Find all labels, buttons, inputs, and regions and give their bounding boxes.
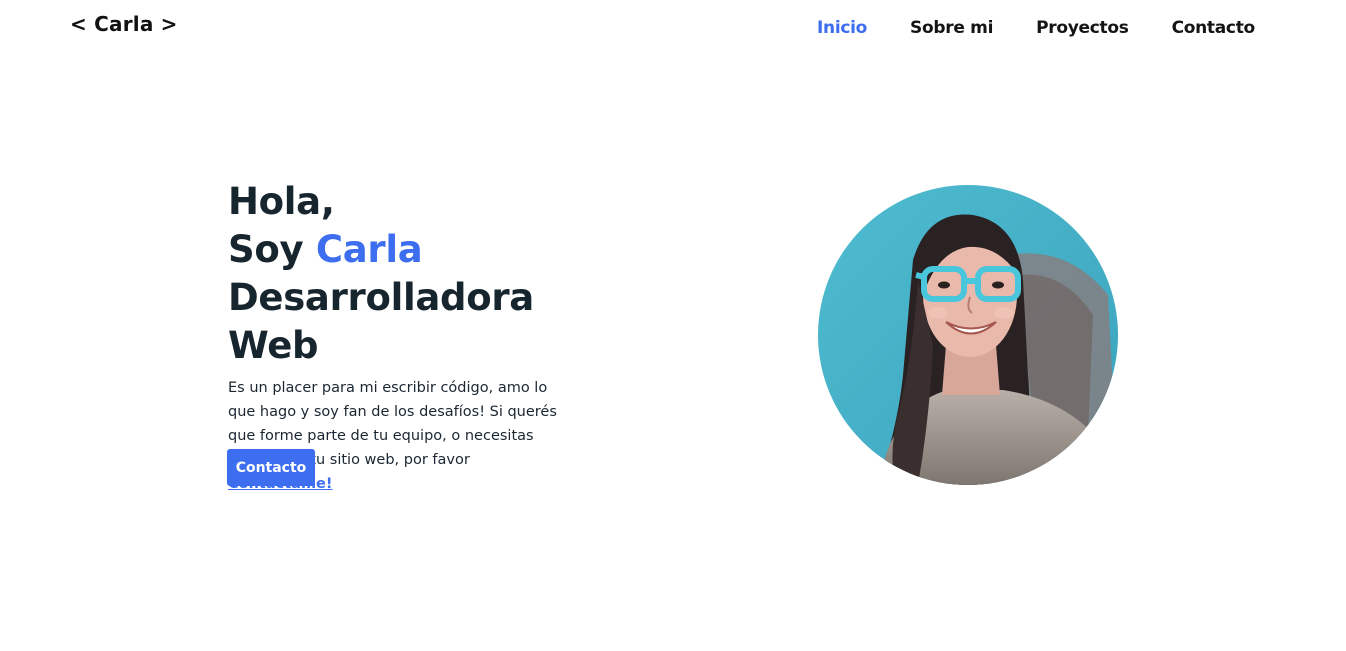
main-nav: Inicio Sobre mi Proyectos Contacto	[817, 15, 1298, 41]
site-logo[interactable]: < Carla >	[70, 12, 178, 36]
nav-link-proyectos[interactable]: Proyectos	[1036, 15, 1129, 41]
hero-intro: Soy	[228, 228, 316, 271]
nav-link-contacto[interactable]: Contacto	[1172, 15, 1256, 41]
hero-heading: Hola, Soy Carla Desarrolladora Web	[228, 178, 628, 370]
contact-button[interactable]: Contacto	[227, 449, 315, 486]
hero-role: Desarrolladora Web	[228, 276, 534, 367]
nav-link-inicio[interactable]: Inicio	[817, 15, 867, 41]
hero-name: Carla	[315, 228, 423, 271]
avatar	[818, 185, 1118, 485]
nav-link-sobre-mi[interactable]: Sobre mi	[910, 15, 993, 41]
profile-photo-icon	[818, 185, 1118, 485]
page: < Carla > Inicio Sobre mi Proyectos Cont…	[0, 0, 1346, 651]
hero-greeting: Hola,	[228, 180, 335, 223]
